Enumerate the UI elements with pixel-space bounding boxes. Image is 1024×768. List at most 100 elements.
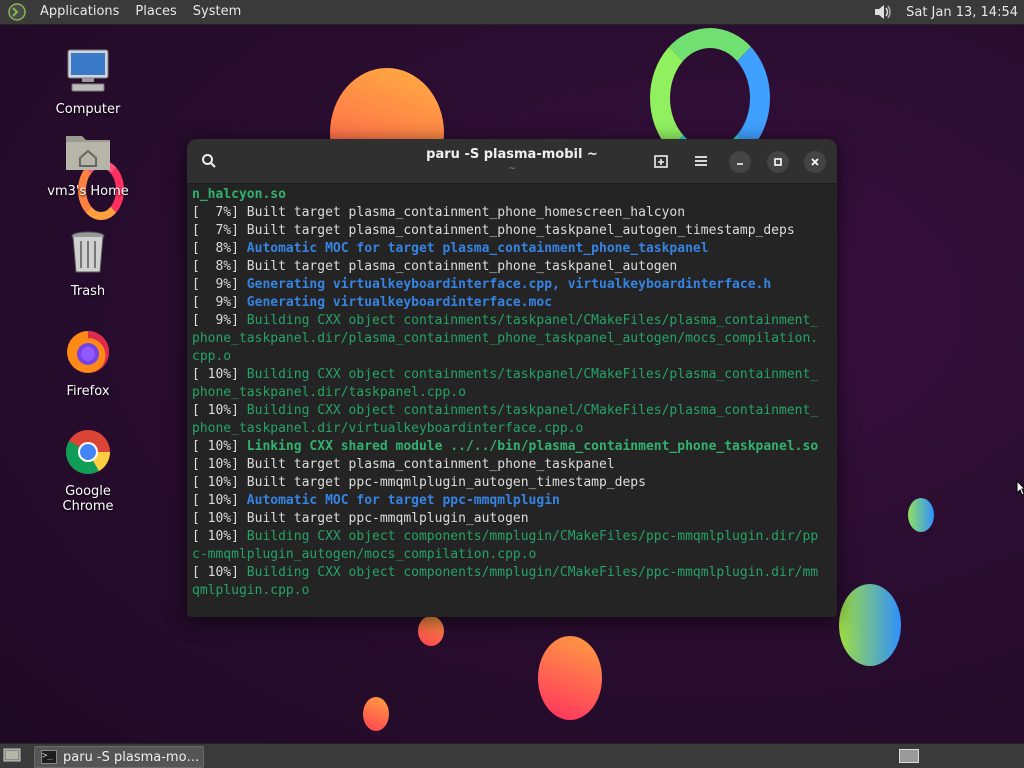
terminal-segment: n_halcyon.so [192, 187, 286, 202]
menu-system[interactable]: System [185, 0, 249, 24]
chrome-icon [66, 430, 110, 474]
computer-icon [67, 49, 109, 92]
desktop-icon-chrome[interactable]: Google Chrome [38, 428, 138, 514]
maximize-button[interactable] [767, 151, 789, 173]
wallpaper-blob [908, 498, 934, 532]
terminal-segment: Generating virtualkeyboardinterface.moc [246, 295, 553, 310]
terminal-segment: [ 10%] [192, 565, 247, 580]
wallpaper-blob [418, 616, 444, 646]
terminal-line: [ 9%] Generating virtualkeyboardinterfac… [192, 276, 833, 294]
terminal-segment: [ 8%] [192, 241, 247, 256]
terminal-line: [ 10%] Automatic MOC for target ppc-mmqm… [192, 492, 833, 510]
desktop-icon-computer[interactable]: Computer [38, 46, 138, 117]
terminal-line: [ 9%] Generating virtualkeyboardinterfac… [192, 294, 833, 312]
desktop-icon-label: vm3's Home [47, 184, 129, 199]
terminal-segment: [ 9%] [192, 277, 247, 292]
hamburger-icon [695, 156, 707, 166]
terminal-line: cpp.o [192, 348, 833, 366]
terminal-segment: phone_taskpanel.dir/virtualkeyboardinter… [192, 421, 584, 436]
close-button[interactable] [804, 151, 826, 173]
terminal-segment: [ 9%] [192, 295, 247, 310]
volume-icon[interactable] [872, 2, 894, 22]
show-desktop-icon[interactable] [3, 747, 21, 763]
terminal-segment: Built target plasma_containment_phone_ta… [246, 259, 678, 274]
mouse-cursor-icon [1016, 480, 1024, 496]
terminal-line: n_halcyon.so [192, 186, 833, 204]
terminal-segment: [ 7%] [192, 205, 247, 220]
desktop-icon-label: Trash [70, 284, 106, 299]
terminal-line: c-mmqmlplugin_autogen/mocs_compilation.c… [192, 546, 833, 564]
maximize-icon [774, 158, 782, 166]
wallpaper-blob [538, 636, 602, 720]
desktop-icon-trash[interactable]: Trash [38, 228, 138, 299]
terminal-segment: Built target plasma_containment_phone_ta… [246, 223, 795, 238]
top-panel: Applications Places System Sat Jan 13, 1… [0, 0, 1024, 25]
terminal-line: [ 8%] Built target plasma_containment_ph… [192, 258, 833, 276]
terminal-segment: [ 10%] [192, 475, 247, 490]
terminal-line: [ 8%] Automatic MOC for target plasma_co… [192, 240, 833, 258]
terminal-output[interactable]: n_halcyon.so [ 7%] Built target plasma_co… [192, 186, 833, 617]
wallpaper-blob [363, 697, 389, 731]
bottom-panel: >_ paru -S plasma-mo… [0, 743, 1024, 768]
terminal-segment: [ 7%] [192, 223, 247, 238]
terminal-segment: Building CXX object components/mmplugin/… [246, 565, 819, 580]
terminal-icon: >_ [41, 750, 57, 764]
terminal-line: [ 10%] Built target plasma_containment_p… [192, 456, 833, 474]
terminal-segment: [ 10%] [192, 439, 247, 454]
terminal-line: [ 9%] Building CXX object containments/t… [192, 312, 833, 330]
terminal-segment: qmlplugin.cpp.o [192, 583, 310, 598]
terminal-segment: Linking CXX shared module ../../bin/plas… [246, 439, 819, 454]
terminal-segment: [ 9%] [192, 313, 247, 328]
terminal-headerbar[interactable]: paru -S plasma-mobil ~ ~ [187, 139, 837, 184]
terminal-line: phone_taskpanel.dir/virtualkeyboardinter… [192, 420, 833, 438]
new-tab-button[interactable] [649, 149, 673, 173]
terminal-line: [ 10%] Building CXX object containments/… [192, 366, 833, 384]
terminal-window[interactable]: paru -S plasma-mobil ~ ~ n_halcyon.so [ 7… [187, 139, 837, 617]
terminal-segment: cpp.o [192, 349, 232, 364]
terminal-line: [ 10%] Building CXX object components/mm… [192, 528, 833, 546]
terminal-line: phone_taskpanel.dir/plasma_containment_p… [192, 330, 833, 348]
terminal-segment: Built target ppc-mmqmlplugin_autogen [246, 511, 529, 526]
terminal-line: [ 7%] Built target plasma_containment_ph… [192, 222, 833, 240]
terminal-line: [ 10%] Building CXX object containments/… [192, 402, 833, 420]
terminal-segment: Building CXX object containments/taskpan… [246, 403, 819, 418]
menu-button[interactable] [689, 149, 713, 173]
close-icon [811, 158, 819, 166]
terminal-segment: Generating virtualkeyboardinterface.cpp,… [246, 277, 772, 292]
terminal-segment: [ 8%] [192, 259, 247, 274]
desktop-icon-home[interactable]: vm3's Home [38, 128, 138, 199]
desktop-icon-label: Google Chrome [62, 484, 114, 514]
desktop-icon-label: Firefox [66, 384, 110, 399]
terminal-segment: Automatic MOC for target ppc-mmqmlplugin [246, 493, 560, 508]
menu-applications[interactable]: Applications [32, 0, 127, 24]
clock[interactable]: Sat Jan 13, 14:54 [900, 5, 1024, 20]
mate-logo-icon[interactable] [8, 3, 26, 21]
minimize-button[interactable] [729, 151, 751, 173]
workspace-switcher[interactable] [899, 749, 919, 763]
terminal-segment: Building CXX object containments/taskpan… [246, 367, 819, 382]
desktop-icon-firefox[interactable]: Firefox [38, 328, 138, 399]
desktop-icon-label: Computer [55, 102, 121, 117]
terminal-segment: phone_taskpanel.dir/plasma_containment_p… [192, 331, 819, 346]
terminal-line: [ 7%] Built target plasma_containment_ph… [192, 204, 833, 222]
terminal-segment: [ 10%] [192, 529, 247, 544]
new-tab-icon [654, 155, 668, 168]
terminal-line: [ 10%] Built target ppc-mmqmlplugin_auto… [192, 474, 833, 492]
terminal-line: [ 10%] Linking CXX shared module ../../b… [192, 438, 833, 456]
terminal-segment: Building CXX object containments/taskpan… [246, 313, 819, 328]
taskbar-item-terminal[interactable]: >_ paru -S plasma-mo… [34, 746, 204, 768]
terminal-segment: [ 10%] [192, 511, 247, 526]
terminal-line: [ 10%] Built target ppc-mmqmlplugin_auto… [192, 510, 833, 528]
terminal-segment: [ 10%] [192, 403, 247, 418]
menu-places[interactable]: Places [127, 0, 184, 24]
terminal-segment: Automatic MOC for target plasma_containm… [246, 241, 709, 256]
terminal-line: phone_taskpanel.dir/taskpanel.cpp.o [192, 384, 833, 402]
terminal-segment: Building CXX object components/mmplugin/… [246, 529, 819, 544]
trash-icon [71, 231, 105, 273]
terminal-segment: Built target plasma_containment_phone_ta… [246, 457, 615, 472]
terminal-segment: Built target plasma_containment_phone_ho… [246, 205, 686, 220]
terminal-segment: phone_taskpanel.dir/taskpanel.cpp.o [192, 385, 466, 400]
taskbar-item-label: paru -S plasma-mo… [63, 749, 200, 765]
firefox-icon [67, 331, 109, 373]
wallpaper-blob [839, 584, 901, 666]
